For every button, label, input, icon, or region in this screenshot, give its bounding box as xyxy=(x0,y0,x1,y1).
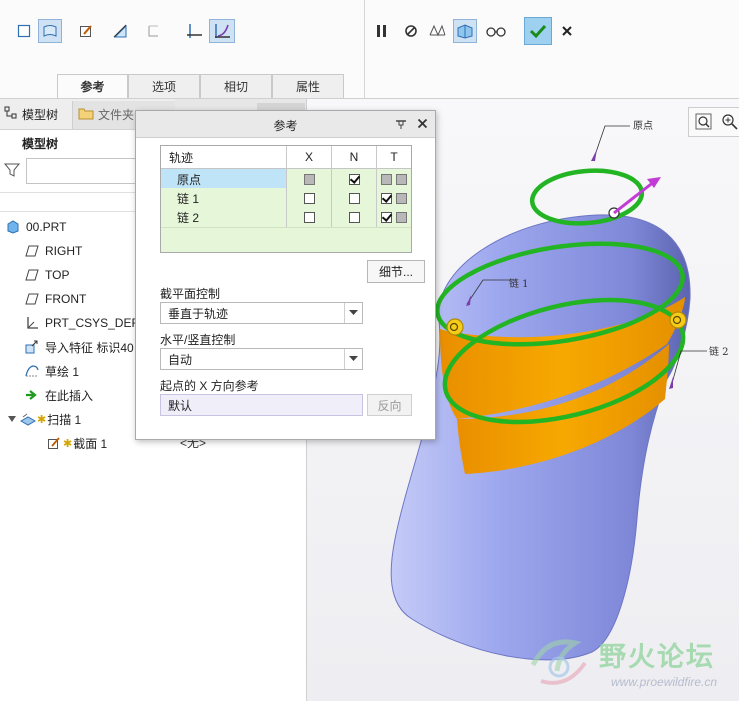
import-feature-icon xyxy=(24,339,40,355)
section-plane-label: 截平面控制 xyxy=(160,287,221,301)
view-toolbar xyxy=(688,107,739,137)
chain2-n-checkbox[interactable] xyxy=(348,211,360,223)
row-chain1-name: 链 1 xyxy=(177,191,200,206)
zoom-in-icon[interactable] xyxy=(721,113,739,134)
no-preview-icon[interactable] xyxy=(399,19,423,43)
tab-properties[interactable]: 属性 xyxy=(272,74,344,98)
modified-star-icon: ✱ xyxy=(37,413,47,426)
reverse-button[interactable]: 反向 xyxy=(367,394,412,416)
references-dialog: 参考 轨迹 X N T 原点 链 1 链 2 细节... 截平面控制 垂直于轨迹… xyxy=(135,110,436,440)
datum-plane-icon xyxy=(24,291,40,307)
chain1-t2-checkbox[interactable] xyxy=(396,192,407,204)
cancel-close-icon[interactable] xyxy=(555,19,579,43)
tab-folder-browser[interactable]: 文件夹 xyxy=(78,103,134,125)
tab-references[interactable]: 参考 xyxy=(57,74,128,98)
remove-material-icon[interactable] xyxy=(108,19,132,43)
section-plane-select[interactable]: 垂直于轨迹 xyxy=(160,302,363,324)
dialog-title: 参考 xyxy=(273,119,298,133)
tree-item-import-feature[interactable]: 导入特征 标识40 xyxy=(24,336,134,358)
trajectory-table: 轨迹 X N T 原点 链 1 链 2 xyxy=(160,145,412,253)
section-icon xyxy=(46,435,62,451)
tab-tangency[interactable]: 相切 xyxy=(200,74,272,98)
model-tree-icon xyxy=(4,106,18,123)
tree-item-front[interactable]: FRONT xyxy=(24,288,86,310)
chain1-t-checkbox[interactable] xyxy=(381,192,392,204)
chain1-label: 链 1 xyxy=(509,277,529,290)
tab-options[interactable]: 选项 xyxy=(128,74,200,98)
header-n: N xyxy=(349,150,359,164)
origin-label: 原点 xyxy=(633,120,653,132)
datum-plane-icon xyxy=(24,267,40,283)
sketch-icon xyxy=(24,363,40,379)
tree-item-insert-here[interactable]: 在此插入 xyxy=(24,384,93,406)
hv-control-select[interactable]: 自动 xyxy=(160,348,363,370)
csys-icon xyxy=(24,315,40,331)
header-trajectory: 轨迹 xyxy=(169,150,194,165)
chain2-label: 链 2 xyxy=(709,345,729,358)
glasses-icon[interactable] xyxy=(484,19,508,43)
tree-item-csys[interactable]: PRT_CSYS_DEF xyxy=(24,312,139,334)
watermark: 野火论坛 www.proewildfire.cn xyxy=(527,629,739,701)
ribbon: 参考 选项 相切 属性 xyxy=(0,0,739,99)
chain2-x-checkbox[interactable] xyxy=(303,211,315,223)
thicken-icon[interactable] xyxy=(141,19,165,43)
tree-item-section[interactable]: ✱ 截面 1 xyxy=(46,432,107,454)
row-origin-name: 原点 xyxy=(177,172,202,187)
origin-t-checkbox[interactable] xyxy=(381,173,392,185)
tree-item-right[interactable]: RIGHT xyxy=(24,240,82,262)
part-icon xyxy=(5,219,21,235)
chain1-x-checkbox[interactable] xyxy=(303,192,315,204)
dialog-title-bar[interactable]: 参考 xyxy=(136,111,435,138)
folder-icon xyxy=(78,106,94,123)
modified-star-icon: ✱ xyxy=(63,437,73,450)
origin-n-checkbox[interactable] xyxy=(348,173,360,185)
zoom-fit-icon[interactable] xyxy=(695,113,713,134)
collapse-triangle-icon[interactable] xyxy=(8,412,16,426)
close-icon[interactable] xyxy=(417,118,428,132)
x-ref-collector[interactable]: 默认 xyxy=(160,394,363,416)
pause-icon[interactable] xyxy=(370,19,394,43)
verify-mode-icon[interactable] xyxy=(453,19,477,43)
preview-wire-icon[interactable] xyxy=(425,19,449,43)
hv-control-label: 水平/竖直控制 xyxy=(160,333,236,347)
constant-section-icon[interactable] xyxy=(182,19,206,43)
tree-item-top[interactable]: TOP xyxy=(24,264,69,286)
surface-icon[interactable] xyxy=(38,19,62,43)
tree-item-sketch[interactable]: 草绘 1 xyxy=(24,360,79,382)
header-x: X xyxy=(304,150,313,164)
chain2-t-checkbox[interactable] xyxy=(381,211,392,223)
chain2-t2-checkbox[interactable] xyxy=(396,211,407,223)
details-button[interactable]: 细节... xyxy=(367,260,425,283)
insert-here-arrow-icon xyxy=(24,387,40,403)
watermark-title: 野火论坛 xyxy=(599,642,715,673)
chevron-down-icon xyxy=(344,349,362,369)
pin-icon[interactable] xyxy=(395,118,407,133)
tree-item-part[interactable]: 00.PRT xyxy=(5,216,66,238)
apply-checkmark-icon[interactable] xyxy=(524,17,552,45)
origin-x-checkbox[interactable] xyxy=(303,173,315,185)
filter-icon[interactable] xyxy=(3,162,21,181)
sweep-icon xyxy=(20,411,36,427)
header-t: T xyxy=(390,150,398,164)
solid-icon[interactable] xyxy=(12,19,36,43)
watermark-url: www.proewildfire.cn xyxy=(611,675,718,689)
tree-item-sweep[interactable]: ✱ 扫描 1 xyxy=(8,408,81,430)
watermark-logo-icon xyxy=(530,639,587,685)
datum-plane-icon xyxy=(24,243,40,259)
row-chain2-name: 链 2 xyxy=(177,210,200,225)
origin-t2-checkbox[interactable] xyxy=(396,173,407,185)
panel-heading: 模型树 xyxy=(22,137,59,151)
tab-model-tree[interactable]: 模型树 xyxy=(4,103,58,125)
x-ref-label: 起点的 X 方向参考 xyxy=(160,379,259,393)
chain1-n-checkbox[interactable] xyxy=(348,192,360,204)
chevron-down-icon xyxy=(344,303,362,323)
variable-section-icon[interactable] xyxy=(209,19,235,43)
sketch-edit-icon[interactable] xyxy=(74,19,98,43)
